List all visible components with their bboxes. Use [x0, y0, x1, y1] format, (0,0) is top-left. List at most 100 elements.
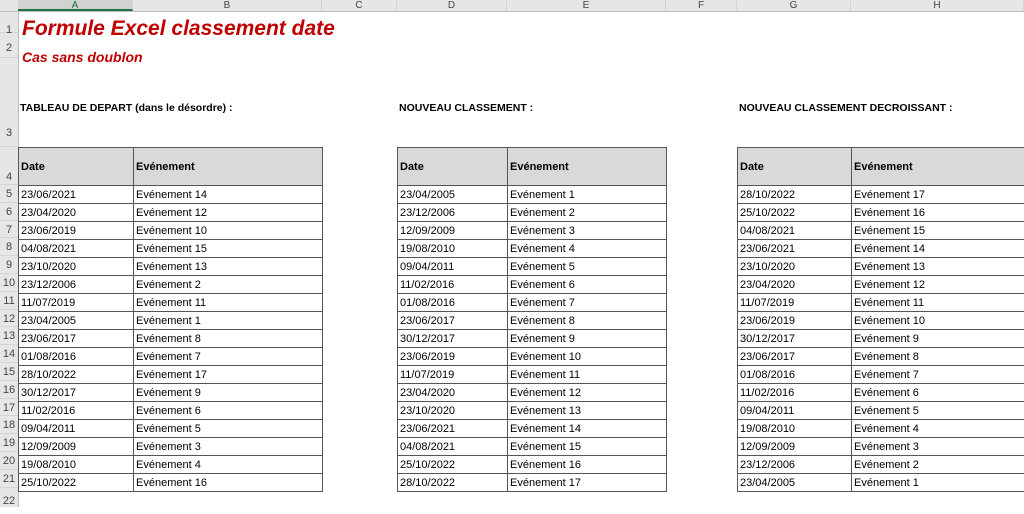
event-cell[interactable]: Evénement 10: [508, 348, 667, 366]
event-cell[interactable]: Evénement 10: [852, 312, 1024, 330]
date-cell[interactable]: 25/10/2022: [738, 204, 852, 222]
event-cell[interactable]: Evénement 6: [508, 276, 667, 294]
event-cell[interactable]: Evénement 7: [508, 294, 667, 312]
row-header[interactable]: 7: [0, 221, 18, 239]
row-header[interactable]: 12: [0, 310, 18, 328]
date-cell[interactable]: 11/07/2019: [19, 294, 134, 312]
date-cell[interactable]: 11/02/2016: [738, 384, 852, 402]
date-cell[interactable]: 25/10/2022: [19, 474, 134, 492]
column-header-c[interactable]: C: [322, 0, 397, 11]
date-cell[interactable]: 23/06/2021: [738, 240, 852, 258]
row-header[interactable]: 14: [0, 345, 18, 363]
date-cell[interactable]: 23/06/2017: [398, 312, 508, 330]
header-date[interactable]: Date: [398, 148, 508, 186]
date-cell[interactable]: 11/07/2019: [398, 366, 508, 384]
header-event[interactable]: Evénement: [852, 148, 1024, 186]
column-header-h[interactable]: H: [851, 0, 1024, 11]
event-cell[interactable]: Evénement 5: [134, 420, 323, 438]
date-cell[interactable]: 23/12/2006: [738, 456, 852, 474]
column-header-b[interactable]: B: [133, 0, 322, 11]
column-header-e[interactable]: E: [507, 0, 666, 11]
event-cell[interactable]: Evénement 14: [134, 186, 323, 204]
event-cell[interactable]: Evénement 1: [508, 186, 667, 204]
header-event[interactable]: Evénement: [508, 148, 667, 186]
date-cell[interactable]: 04/08/2021: [19, 240, 134, 258]
date-cell[interactable]: 23/06/2017: [19, 330, 134, 348]
event-cell[interactable]: Evénement 8: [852, 348, 1024, 366]
date-cell[interactable]: 23/04/2020: [398, 384, 508, 402]
event-cell[interactable]: Evénement 17: [852, 186, 1024, 204]
event-cell[interactable]: Evénement 16: [508, 456, 667, 474]
event-cell[interactable]: Evénement 15: [134, 240, 323, 258]
date-cell[interactable]: 23/06/2017: [738, 348, 852, 366]
date-cell[interactable]: 09/04/2011: [398, 258, 508, 276]
row-header[interactable]: 17: [0, 399, 18, 417]
header-date[interactable]: Date: [19, 148, 134, 186]
event-cell[interactable]: Evénement 17: [134, 366, 323, 384]
event-cell[interactable]: Evénement 5: [852, 402, 1024, 420]
event-cell[interactable]: Evénement 13: [134, 258, 323, 276]
date-cell[interactable]: 23/04/2020: [738, 276, 852, 294]
row-header[interactable]: 8: [0, 238, 18, 256]
row-header[interactable]: 6: [0, 203, 18, 221]
header-date[interactable]: Date: [738, 148, 852, 186]
event-cell[interactable]: Evénement 2: [852, 456, 1024, 474]
date-cell[interactable]: 30/12/2017: [19, 384, 134, 402]
event-cell[interactable]: Evénement 4: [852, 420, 1024, 438]
event-cell[interactable]: Evénement 16: [134, 474, 323, 492]
event-cell[interactable]: Evénement 13: [508, 402, 667, 420]
row-header[interactable]: 10: [0, 274, 18, 292]
date-cell[interactable]: 23/12/2006: [398, 204, 508, 222]
date-cell[interactable]: 11/02/2016: [19, 402, 134, 420]
date-cell[interactable]: 30/12/2017: [398, 330, 508, 348]
column-header-a[interactable]: A: [18, 0, 133, 11]
event-cell[interactable]: Evénement 9: [852, 330, 1024, 348]
date-cell[interactable]: 19/08/2010: [738, 420, 852, 438]
event-cell[interactable]: Evénement 1: [852, 474, 1024, 492]
event-cell[interactable]: Evénement 8: [508, 312, 667, 330]
event-cell[interactable]: Evénement 12: [508, 384, 667, 402]
row-header[interactable]: 20: [0, 452, 18, 470]
date-cell[interactable]: 23/06/2021: [19, 186, 134, 204]
date-cell[interactable]: 30/12/2017: [738, 330, 852, 348]
event-cell[interactable]: Evénement 8: [134, 330, 323, 348]
date-cell[interactable]: 01/08/2016: [398, 294, 508, 312]
event-cell[interactable]: Evénement 4: [508, 240, 667, 258]
event-cell[interactable]: Evénement 4: [134, 456, 323, 474]
date-cell[interactable]: 04/08/2021: [398, 438, 508, 456]
row-header[interactable]: 1: [0, 12, 18, 33]
row-header[interactable]: 9: [0, 256, 18, 274]
row-header[interactable]: 5: [0, 185, 18, 203]
date-cell[interactable]: 23/10/2020: [398, 402, 508, 420]
row-header[interactable]: 4: [0, 147, 18, 185]
event-cell[interactable]: Evénement 17: [508, 474, 667, 492]
event-cell[interactable]: Evénement 1: [134, 312, 323, 330]
date-cell[interactable]: 11/02/2016: [398, 276, 508, 294]
event-cell[interactable]: Evénement 13: [852, 258, 1024, 276]
event-cell[interactable]: Evénement 14: [852, 240, 1024, 258]
column-header-f[interactable]: F: [666, 0, 737, 11]
date-cell[interactable]: 11/07/2019: [738, 294, 852, 312]
date-cell[interactable]: 04/08/2021: [738, 222, 852, 240]
event-cell[interactable]: Evénement 16: [852, 204, 1024, 222]
date-cell[interactable]: 23/12/2006: [19, 276, 134, 294]
date-cell[interactable]: 23/06/2019: [19, 222, 134, 240]
event-cell[interactable]: Evénement 11: [852, 294, 1024, 312]
date-cell[interactable]: 12/09/2009: [738, 438, 852, 456]
event-cell[interactable]: Evénement 10: [134, 222, 323, 240]
row-header[interactable]: 21: [0, 470, 18, 488]
event-cell[interactable]: Evénement 7: [852, 366, 1024, 384]
event-cell[interactable]: Evénement 12: [134, 204, 323, 222]
column-header-g[interactable]: G: [737, 0, 851, 11]
event-cell[interactable]: Evénement 9: [508, 330, 667, 348]
date-cell[interactable]: 23/10/2020: [738, 258, 852, 276]
row-header[interactable]: 22: [0, 488, 18, 507]
date-cell[interactable]: 28/10/2022: [738, 186, 852, 204]
date-cell[interactable]: 01/08/2016: [19, 348, 134, 366]
row-header[interactable]: 19: [0, 434, 18, 452]
date-cell[interactable]: 23/06/2019: [738, 312, 852, 330]
date-cell[interactable]: 28/10/2022: [19, 366, 134, 384]
date-cell[interactable]: 23/04/2005: [19, 312, 134, 330]
date-cell[interactable]: 23/04/2020: [19, 204, 134, 222]
event-cell[interactable]: Evénement 12: [852, 276, 1024, 294]
